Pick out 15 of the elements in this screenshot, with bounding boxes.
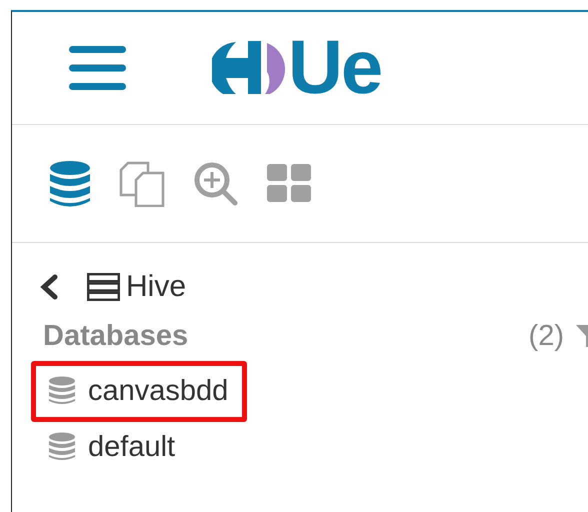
menu-icon[interactable] [69,46,127,90]
source-label[interactable]: Hive [126,270,186,304]
server-icon [87,273,120,301]
logo-mark-icon [212,39,286,97]
logo-wordmark: Ue [288,39,382,97]
database-icon [48,376,76,406]
database-count: (2) [528,320,564,352]
highlighted-database-item[interactable]: canvasbdd [31,360,248,422]
documents-icon[interactable] [119,160,165,206]
grid-icon[interactable] [267,164,313,204]
section-title: Databases [43,320,190,352]
back-icon[interactable] [40,274,58,300]
database-icon [48,432,76,462]
zoom-in-icon[interactable] [193,160,239,206]
database-icon[interactable] [49,160,91,208]
